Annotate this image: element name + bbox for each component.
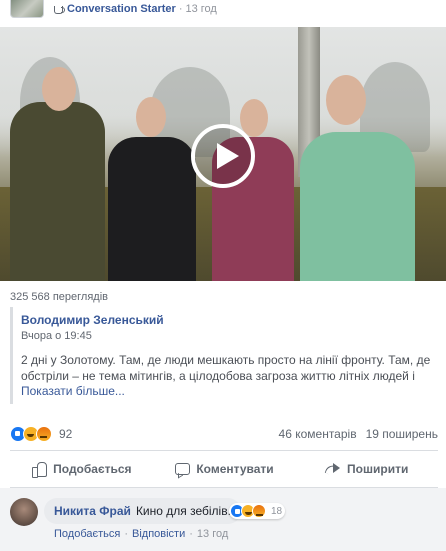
separator-dot: ·: [189, 528, 193, 540]
video-figure: [300, 132, 415, 281]
share-button[interactable]: Поширити: [295, 455, 438, 483]
comment-like-link[interactable]: Подобається: [54, 528, 120, 540]
comment-bubble: Никита Фрай Кино для зебілів.: [44, 498, 241, 524]
play-button[interactable]: [191, 124, 255, 188]
comment-reactions[interactable]: 18: [229, 503, 286, 519]
video-figure-head: [42, 67, 76, 111]
badge-label[interactable]: Conversation Starter: [67, 3, 176, 15]
action-bar: Подобається Коментувати Поширити: [10, 455, 438, 483]
shared-text: 2 дні у Золотому. Там, де люди мешкають …: [21, 353, 431, 383]
share-arrow-icon: [325, 461, 341, 477]
separator-dot: ·: [178, 3, 183, 15]
video-figure-head: [136, 97, 166, 137]
like-button[interactable]: Подобається: [10, 455, 153, 483]
like-label: Подобається: [53, 462, 132, 476]
post-badge: Conversation Starter · 13 год: [54, 3, 217, 15]
view-count: 325 568 переглядів: [10, 291, 108, 303]
author-avatar[interactable]: [10, 0, 44, 18]
post-time[interactable]: 13 год: [185, 3, 216, 15]
comment-text: Кино для зебілів.: [135, 504, 231, 518]
share-label: Поширити: [347, 462, 409, 476]
comment-reply-link[interactable]: Відповісти: [132, 528, 185, 540]
shared-author[interactable]: Володимир Зеленський: [21, 313, 438, 327]
post-header: Conversation Starter · 13 год: [0, 0, 446, 22]
comment-meta: Подобається · Відповісти · 13 год: [54, 528, 228, 540]
commenter-name[interactable]: Никита Фрай: [54, 504, 131, 518]
reaction-icons[interactable]: [10, 426, 52, 442]
shared-post[interactable]: Володимир Зеленський Вчора о 19:45 2 дні…: [10, 307, 438, 404]
comment-section: Никита Фрай Кино для зебілів. 18 Подобає…: [0, 488, 446, 551]
angry-reaction-icon: [36, 426, 52, 442]
coffee-cup-icon: [54, 5, 65, 14]
shares-count[interactable]: 19 поширень: [366, 427, 438, 441]
video-figure-head: [326, 75, 366, 125]
comments-count[interactable]: 46 коментарів: [279, 427, 357, 441]
shared-date[interactable]: Вчора о 19:45: [21, 330, 438, 342]
reactions-count[interactable]: 92: [59, 427, 72, 441]
thumbs-up-icon: [31, 461, 48, 478]
video-figure: [10, 102, 105, 281]
video-figure: [108, 137, 196, 281]
comment-icon: [174, 461, 191, 477]
comment-time[interactable]: 13 год: [197, 528, 228, 540]
comment-reactions-count: 18: [271, 505, 283, 517]
comment-label: Коментувати: [196, 462, 274, 476]
reaction-summary: 92 46 коментарів 19 поширень: [10, 424, 438, 444]
video-player[interactable]: [0, 27, 446, 281]
comment-button[interactable]: Коментувати: [153, 455, 296, 483]
see-more-link[interactable]: Показати більше...: [21, 384, 438, 398]
divider: [10, 450, 438, 451]
separator-dot: ·: [124, 528, 128, 540]
commenter-avatar[interactable]: [10, 498, 38, 526]
angry-reaction-icon: [252, 504, 266, 518]
